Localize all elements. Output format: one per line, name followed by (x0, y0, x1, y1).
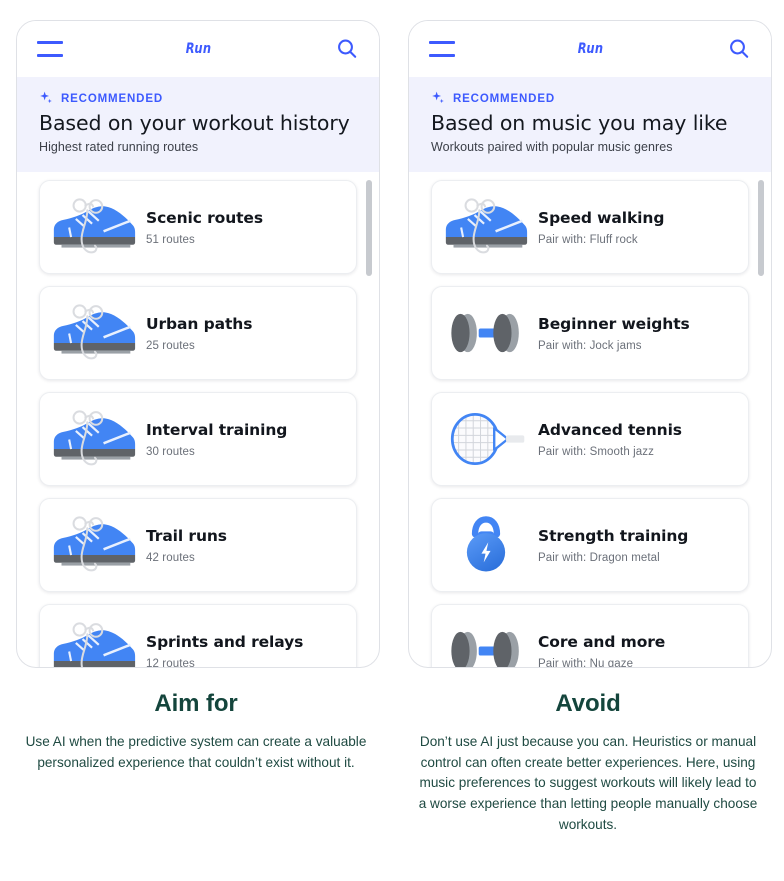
list-item-text: Beginner weights Pair with: Jock jams (534, 315, 748, 352)
recommendation-list-region: Speed walking Pair with: Fluff rock Begi… (409, 172, 771, 668)
list-item-title: Trail runs (146, 526, 227, 545)
running-shoe-icon (46, 297, 142, 369)
app-bar: Run (409, 21, 771, 77)
hamburger-icon[interactable] (429, 41, 455, 57)
recommendation-list: Scenic routes 51 routes Urban paths 25 r… (17, 172, 379, 668)
list-item[interactable]: Interval training 30 routes (39, 392, 357, 486)
phone-mockup-left: Run RECOMMENDED Based on your workout hi… (16, 20, 380, 668)
caption-heading: Aim for (154, 690, 238, 717)
recommended-header: RECOMMENDED Based on music you may like … (409, 77, 771, 172)
list-item-meta: Pair with: Fluff rock (538, 233, 638, 246)
search-icon[interactable] (335, 37, 359, 61)
list-item-text: Interval training 30 routes (142, 421, 356, 458)
list-item-title: Urban paths (146, 314, 253, 333)
sparkle-icon (432, 91, 444, 104)
app-brand-logo: Run (186, 41, 212, 57)
list-item-title: Core and more (538, 632, 666, 651)
dumbbell-icon (438, 297, 534, 369)
list-item-meta: Pair with: Smooth jazz (538, 445, 654, 458)
hamburger-icon[interactable] (37, 41, 63, 57)
list-item[interactable]: Strength training Pair with: Dragon meta… (431, 498, 749, 592)
recommended-label: RECOMMENDED (453, 92, 555, 105)
list-item-title: Scenic routes (146, 208, 263, 227)
page-subtitle: Workouts paired with popular music genre… (431, 140, 673, 154)
list-item-text: Trail runs 42 routes (142, 527, 356, 564)
recommended-eyebrow: RECOMMENDED (431, 91, 749, 106)
comparison-figure: Run RECOMMENDED Based on your workout hi… (0, 0, 784, 881)
page-subtitle: Highest rated running routes (39, 140, 199, 154)
list-item-meta: Pair with: Nu gaze (538, 657, 634, 668)
panel-avoid: Run RECOMMENDED Based on music you may l… (392, 0, 784, 881)
list-item-meta: 42 routes (146, 551, 195, 564)
running-shoe-icon (46, 191, 142, 263)
list-item-text: Advanced tennis Pair with: Smooth jazz (534, 421, 748, 458)
list-item-text: Scenic routes 51 routes (142, 209, 356, 246)
tennis-racket-icon (438, 403, 534, 475)
list-item[interactable]: Speed walking Pair with: Fluff rock (431, 180, 749, 274)
caption-body: Use AI when the predictive system can cr… (25, 734, 367, 770)
list-item-title: Strength training (538, 526, 689, 545)
caption-aim-for: Aim for Use AI when the predictive syste… (0, 690, 392, 773)
page-title: Based on music you may like (431, 111, 728, 135)
recommended-eyebrow: RECOMMENDED (39, 91, 357, 106)
list-item[interactable]: Scenic routes 51 routes (39, 180, 357, 274)
list-item-meta: 25 routes (146, 339, 195, 352)
list-item-title: Beginner weights (538, 314, 690, 333)
running-shoe-icon (46, 403, 142, 475)
caption-avoid: Avoid Don’t use AI just because you can.… (392, 690, 784, 835)
list-item-meta: 12 routes (146, 657, 195, 668)
list-item-text: Sprints and relays 12 routes (142, 632, 356, 668)
recommendation-list: Speed walking Pair with: Fluff rock Begi… (409, 172, 771, 668)
app-brand-logo: Run (578, 41, 604, 57)
list-item-title: Advanced tennis (538, 420, 682, 439)
search-icon[interactable] (727, 37, 751, 61)
list-item-meta: Pair with: Dragon metal (538, 551, 660, 564)
kettlebell-icon (438, 509, 534, 581)
list-item-text: Speed walking Pair with: Fluff rock (534, 209, 748, 246)
running-shoe-icon (46, 509, 142, 581)
recommended-header: RECOMMENDED Based on your workout histor… (17, 77, 379, 172)
panel-aim-for: Run RECOMMENDED Based on your workout hi… (0, 0, 392, 881)
running-shoe-icon (438, 191, 534, 263)
phone-mockup-right: Run RECOMMENDED Based on music you may l… (408, 20, 772, 668)
page-title: Based on your workout history (39, 111, 350, 135)
app-bar: Run (17, 21, 379, 77)
dumbbell-icon (438, 615, 534, 667)
list-item-meta: 30 routes (146, 445, 195, 458)
list-item-text: Core and more Pair with: Nu gaze (534, 632, 748, 668)
running-shoe-icon (46, 615, 142, 667)
list-item-title: Speed walking (538, 208, 665, 227)
list-item[interactable]: Sprints and relays 12 routes (39, 604, 357, 668)
list-item-title: Interval training (146, 420, 288, 439)
list-item-meta: Pair with: Jock jams (538, 339, 642, 352)
list-item-text: Urban paths 25 routes (142, 315, 356, 352)
list-item[interactable]: Beginner weights Pair with: Jock jams (431, 286, 749, 380)
list-item[interactable]: Core and more Pair with: Nu gaze (431, 604, 749, 668)
sparkle-icon (40, 91, 52, 104)
list-item[interactable]: Urban paths 25 routes (39, 286, 357, 380)
list-item-title: Sprints and relays (146, 632, 304, 651)
recommendation-list-region: Scenic routes 51 routes Urban paths 25 r… (17, 172, 379, 668)
list-item-text: Strength training Pair with: Dragon meta… (534, 527, 748, 564)
list-item[interactable]: Advanced tennis Pair with: Smooth jazz (431, 392, 749, 486)
list-item-meta: 51 routes (146, 233, 195, 246)
caption-heading: Avoid (555, 690, 621, 717)
list-item[interactable]: Trail runs 42 routes (39, 498, 357, 592)
caption-body: Don’t use AI just because you can. Heuri… (418, 734, 758, 832)
recommended-label: RECOMMENDED (61, 92, 163, 105)
